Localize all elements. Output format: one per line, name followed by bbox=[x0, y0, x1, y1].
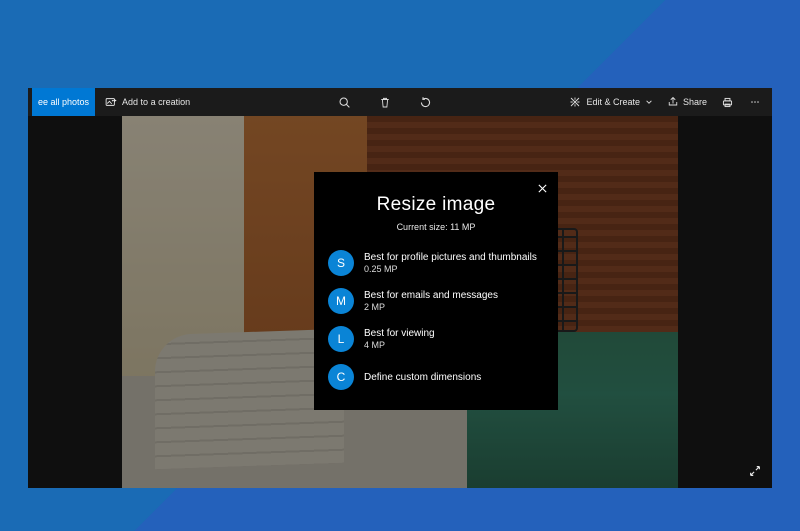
dialog-title: Resize image bbox=[314, 194, 558, 216]
resize-image-dialog: Resize image Current size: 11 MP S Best … bbox=[314, 172, 558, 410]
print-icon[interactable] bbox=[721, 96, 734, 109]
size-badge: L bbox=[328, 326, 354, 352]
option-text: Best for viewing 4 MP bbox=[364, 327, 435, 352]
delete-icon[interactable] bbox=[379, 96, 391, 109]
see-all-label: ee all photos bbox=[38, 97, 89, 107]
share-icon bbox=[667, 96, 679, 108]
option-text: Best for emails and messages 2 MP bbox=[364, 289, 498, 314]
page-background: ee all photos Add to a creation bbox=[0, 0, 800, 531]
option-primary: Define custom dimensions bbox=[364, 371, 481, 384]
photo-viewport: Resize image Current size: 11 MP S Best … bbox=[28, 116, 772, 488]
option-primary: Best for viewing bbox=[364, 327, 435, 340]
see-all-photos-button[interactable]: ee all photos bbox=[32, 88, 95, 116]
zoom-icon[interactable] bbox=[338, 96, 351, 109]
option-secondary: 2 MP bbox=[364, 302, 498, 314]
option-secondary: 0.25 MP bbox=[364, 264, 537, 276]
share-label: Share bbox=[683, 97, 707, 107]
close-button[interactable] bbox=[532, 178, 552, 198]
resize-option-custom[interactable]: C Define custom dimensions bbox=[314, 358, 558, 396]
option-secondary: 4 MP bbox=[364, 340, 435, 352]
resize-option-l[interactable]: L Best for viewing 4 MP bbox=[314, 320, 558, 358]
resize-option-s[interactable]: S Best for profile pictures and thumbnai… bbox=[314, 244, 558, 282]
resize-option-m[interactable]: M Best for emails and messages 2 MP bbox=[314, 282, 558, 320]
more-icon[interactable] bbox=[748, 96, 762, 108]
add-to-creation-icon bbox=[105, 96, 117, 108]
size-badge: M bbox=[328, 288, 354, 314]
fullscreen-icon[interactable] bbox=[748, 464, 762, 478]
option-primary: Best for profile pictures and thumbnails bbox=[364, 251, 537, 264]
add-to-creation-label: Add to a creation bbox=[122, 97, 190, 107]
toolbar-left: ee all photos Add to a creation bbox=[32, 88, 200, 116]
toolbar-right: Edit & Create Share bbox=[569, 96, 768, 109]
app-toolbar: ee all photos Add to a creation bbox=[28, 88, 772, 116]
option-primary: Best for emails and messages bbox=[364, 289, 498, 302]
size-badge: S bbox=[328, 250, 354, 276]
toolbar-center bbox=[200, 96, 569, 109]
close-icon bbox=[537, 183, 548, 194]
edit-create-label: Edit & Create bbox=[586, 97, 640, 107]
edit-icon bbox=[569, 96, 581, 108]
chevron-down-icon bbox=[645, 98, 653, 106]
option-text: Define custom dimensions bbox=[364, 371, 481, 384]
option-text: Best for profile pictures and thumbnails… bbox=[364, 251, 537, 276]
rotate-icon[interactable] bbox=[419, 96, 432, 109]
dialog-subtitle: Current size: 11 MP bbox=[314, 222, 558, 232]
add-to-creation-button[interactable]: Add to a creation bbox=[95, 88, 200, 116]
edit-create-button[interactable]: Edit & Create bbox=[569, 96, 653, 108]
share-button[interactable]: Share bbox=[667, 96, 707, 108]
photos-app-window: ee all photos Add to a creation bbox=[28, 88, 772, 488]
size-badge: C bbox=[328, 364, 354, 390]
